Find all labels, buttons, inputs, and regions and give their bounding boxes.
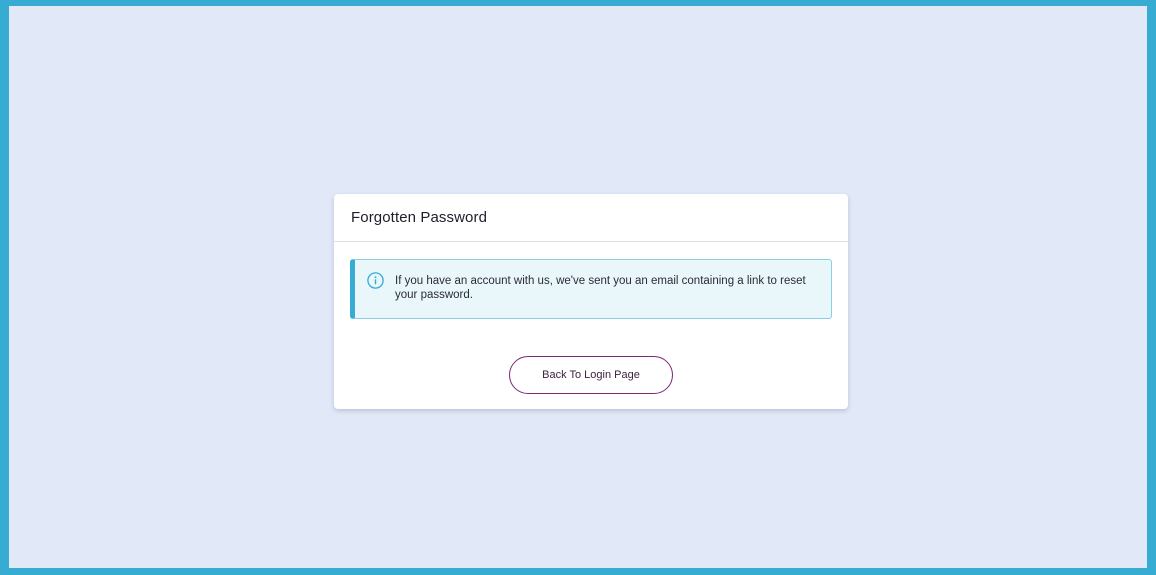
alert-message: If you have an account with us, we've se… <box>395 275 806 301</box>
page-background: Forgotten Password If you have an accoun… <box>0 0 1156 575</box>
forgotten-password-card: Forgotten Password If you have an accoun… <box>334 194 848 409</box>
back-to-login-button[interactable]: Back To Login Page <box>509 356 673 394</box>
card-header: Forgotten Password <box>334 194 848 242</box>
info-circle-icon <box>367 272 384 289</box>
info-alert: If you have an account with us, we've se… <box>350 259 832 319</box>
card-title: Forgotten Password <box>351 209 488 226</box>
